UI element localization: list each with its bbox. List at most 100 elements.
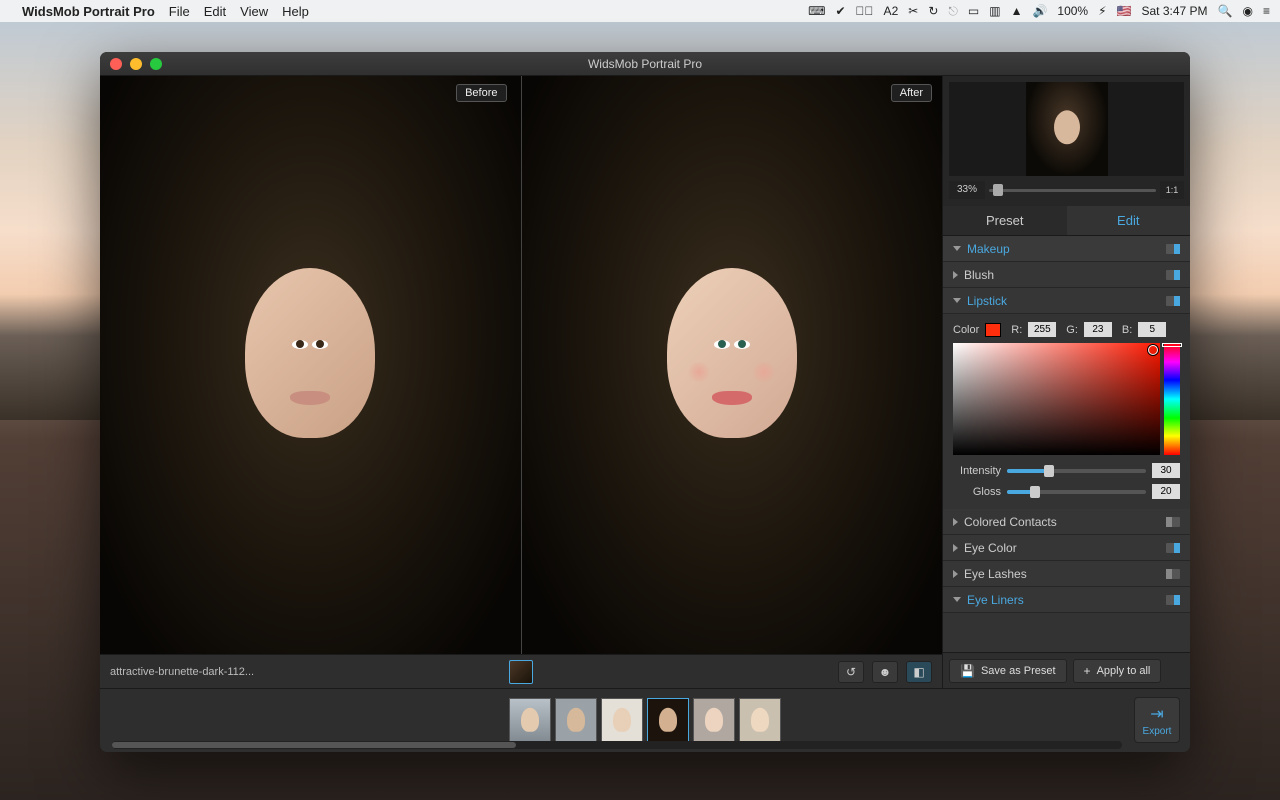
section-eye-liners[interactable]: Eye Liners — [943, 587, 1190, 613]
input-flag[interactable]: 🇺🇸 — [1117, 4, 1132, 18]
zoom-slider[interactable] — [989, 183, 1156, 197]
menu-file[interactable]: File — [169, 4, 190, 19]
spotlight-icon[interactable]: 🔍 — [1218, 4, 1233, 18]
intensity-slider[interactable] — [1007, 469, 1146, 473]
right-sidebar: 33% 1:1 Preset Edit Makeup Blush — [942, 76, 1190, 688]
battery-icon[interactable]: ▥ — [989, 4, 1000, 18]
adobe-icon[interactable]: A 2 — [884, 4, 899, 18]
reset-icon[interactable]: ↺ — [838, 661, 864, 683]
toggle-colored-contacts[interactable] — [1166, 517, 1180, 527]
tab-edit[interactable]: Edit — [1067, 206, 1191, 235]
zoom-1to1-button[interactable]: 1:1 — [1160, 181, 1184, 199]
compare-toggle-icon[interactable]: ◧ — [906, 661, 932, 683]
color-sv-picker[interactable] — [953, 343, 1160, 455]
menubar-app-name[interactable]: WidsMob Portrait Pro — [22, 4, 155, 19]
face-detect-icon[interactable]: ☻ — [872, 661, 898, 683]
section-colored-contacts[interactable]: Colored Contacts — [943, 509, 1190, 535]
toggle-blush[interactable] — [1166, 270, 1180, 280]
viewer-statusbar: attractive-brunette-dark-112... ↺ ☻ ◧ — [100, 654, 942, 688]
export-icon: ⇥ — [1150, 704, 1163, 724]
filmstrip-thumb[interactable] — [601, 698, 643, 744]
before-view: Before — [100, 76, 521, 654]
apply-to-all-button[interactable]: +Apply to all — [1073, 659, 1162, 683]
app-window: WidsMob Portrait Pro Before After attrac… — [100, 52, 1190, 752]
before-badge: Before — [456, 84, 506, 102]
edit-panel-scroll[interactable]: Makeup Blush Lipstick Color — [943, 236, 1190, 652]
section-makeup-label: Makeup — [967, 242, 1166, 256]
chevron-down-icon — [953, 298, 961, 303]
filmstrip-thumb[interactable] — [693, 698, 735, 744]
gloss-slider[interactable] — [1007, 490, 1146, 494]
filmstrip-scrollbar[interactable] — [112, 741, 1122, 749]
intensity-value[interactable]: 30 — [1152, 463, 1180, 478]
lipstick-panel: Color R: 255 G: 23 B: 5 Intensity — [943, 314, 1190, 509]
section-eye-lashes[interactable]: Eye Lashes — [943, 561, 1190, 587]
toggle-lipstick[interactable] — [1166, 296, 1180, 306]
after-view: After — [521, 76, 943, 654]
battery-pct[interactable]: 100% — [1057, 4, 1088, 18]
section-makeup[interactable]: Makeup — [943, 236, 1190, 262]
section-lipstick[interactable]: Lipstick — [943, 288, 1190, 314]
color-hue-slider[interactable] — [1164, 343, 1180, 455]
volume-icon[interactable]: 🔊 — [1032, 4, 1047, 18]
filmstrip-thumb[interactable] — [739, 698, 781, 744]
export-button[interactable]: ⇥ Export — [1134, 697, 1180, 743]
r-value[interactable]: 255 — [1028, 322, 1056, 337]
notification-icon[interactable]: ≡ — [1263, 4, 1270, 18]
timemachine-icon[interactable]: ↻ — [928, 4, 938, 18]
compare-viewer[interactable]: Before After — [100, 76, 942, 654]
plus-icon: + — [1084, 664, 1091, 678]
toggle-eye-liners[interactable] — [1166, 595, 1180, 605]
scissors-icon[interactable]: ✂︎ — [908, 4, 918, 18]
v-icon[interactable]: ✔︎ — [835, 4, 845, 18]
r-label: R: — [1011, 324, 1022, 336]
chevron-down-icon — [953, 597, 961, 602]
chevron-down-icon — [953, 246, 961, 251]
wifi-icon[interactable]: ▲ — [1011, 4, 1023, 18]
chevron-right-icon — [953, 544, 958, 552]
airplay-icon[interactable]: ▭ — [968, 4, 979, 18]
menu-view[interactable]: View — [240, 4, 268, 19]
window-titlebar[interactable]: WidsMob Portrait Pro — [100, 52, 1190, 76]
window-title: WidsMob Portrait Pro — [100, 57, 1190, 71]
menu-help[interactable]: Help — [282, 4, 309, 19]
zoom-percent[interactable]: 33% — [949, 181, 985, 199]
bluetooth-icon[interactable]: ⎋ — [948, 4, 958, 19]
siri-icon[interactable]: ◉ — [1243, 4, 1253, 18]
charging-icon: ⚡︎ — [1098, 4, 1106, 18]
gloss-value[interactable]: 20 — [1152, 484, 1180, 499]
b-value[interactable]: 5 — [1138, 322, 1166, 337]
clock[interactable]: Sat 3:47 PM — [1142, 4, 1208, 18]
toggle-eye-lashes[interactable] — [1166, 569, 1180, 579]
section-eye-color[interactable]: Eye Color — [943, 535, 1190, 561]
macos-menubar: WidsMob Portrait Pro File Edit View Help… — [0, 0, 1280, 22]
tab-preset[interactable]: Preset — [943, 206, 1067, 235]
g-label: G: — [1066, 324, 1078, 336]
intensity-label: Intensity — [953, 465, 1001, 477]
chevron-right-icon — [953, 570, 958, 578]
filmstrip-thumb-selected[interactable] — [647, 698, 689, 744]
section-blush[interactable]: Blush — [943, 262, 1190, 288]
face-selector-thumb[interactable] — [509, 660, 533, 684]
toggle-eye-color[interactable] — [1166, 543, 1180, 553]
filmstrip-thumb[interactable] — [509, 698, 551, 744]
lipstick-color-swatch[interactable] — [985, 323, 1001, 337]
section-colored-contacts-label: Colored Contacts — [964, 515, 1166, 529]
menu-edit[interactable]: Edit — [204, 4, 226, 19]
filmstrip-thumb[interactable] — [555, 698, 597, 744]
save-as-preset-button[interactable]: 💾Save as Preset — [949, 659, 1067, 683]
section-eye-liners-label: Eye Liners — [967, 593, 1166, 607]
section-lipstick-label: Lipstick — [967, 294, 1166, 308]
after-badge: After — [891, 84, 932, 102]
b-label: B: — [1122, 324, 1132, 336]
section-eye-lashes-label: Eye Lashes — [964, 567, 1166, 581]
filmstrip: ⇥ Export — [100, 688, 1190, 752]
color-label: Color — [953, 324, 979, 336]
facetime-icon[interactable]: ▢⃞ — [856, 4, 874, 18]
keyboard-icon[interactable]: ⌨︎ — [808, 4, 825, 18]
g-value[interactable]: 23 — [1084, 322, 1112, 337]
navigator-image[interactable] — [949, 82, 1184, 176]
toggle-makeup[interactable] — [1166, 244, 1180, 254]
section-eye-color-label: Eye Color — [964, 541, 1166, 555]
save-icon: 💾 — [960, 664, 975, 678]
